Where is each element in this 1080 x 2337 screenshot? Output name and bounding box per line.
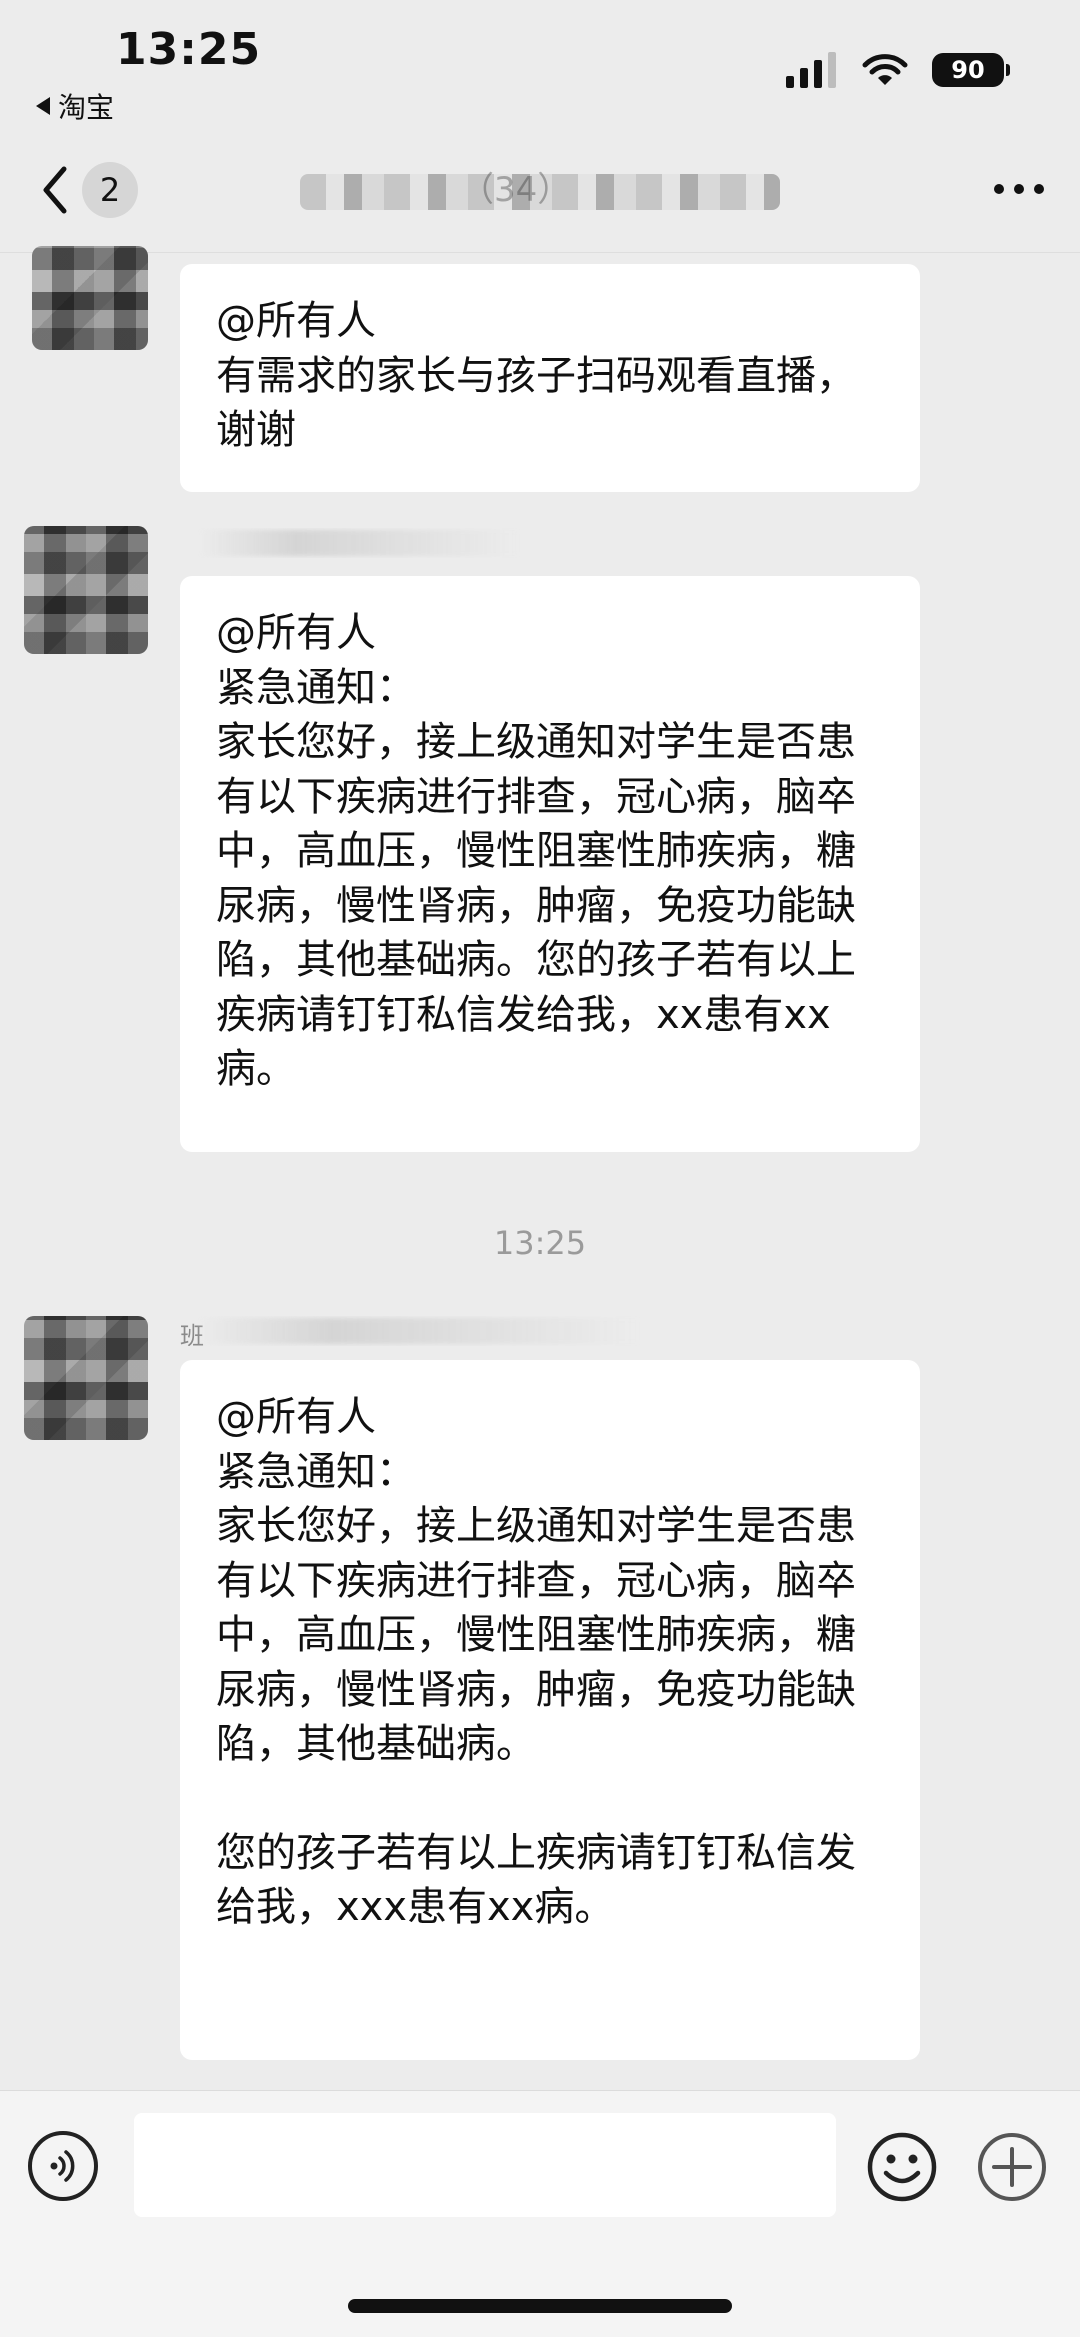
more-options-button[interactable]: [984, 184, 1044, 194]
message-line: 您的孩子若有以上疾病请钉钉私信发给我，xxx患有xx病。: [216, 1829, 856, 1931]
plus-icon: [978, 2133, 1046, 2201]
message-line: @所有人: [216, 1394, 376, 1440]
avatar[interactable]: [32, 246, 148, 350]
battery-icon: 90: [932, 53, 1010, 87]
back-to-app-link[interactable]: 淘宝: [36, 86, 114, 126]
emoji-button[interactable]: [866, 2131, 938, 2203]
voice-button[interactable]: [28, 2131, 98, 2201]
message-bubble[interactable]: @所有人 紧急通知： 家长您好，接上级通知对学生是否患有以下疾病进行排查，冠心病…: [180, 1360, 920, 2060]
back-button[interactable]: 2: [40, 160, 160, 220]
message-line: 家长您好，接上级通知对学生是否患有以下疾病进行排查，冠心病，脑卒中，高血压，慢性…: [216, 719, 856, 1092]
message-bubble[interactable]: @所有人 有需求的家长与孩子扫码观看直播，谢谢: [180, 264, 920, 492]
signal-icon: [786, 52, 836, 88]
voice-icon: [50, 2150, 75, 2182]
status-bar: 13:25 淘宝 90: [0, 0, 1080, 128]
time-divider: 13:25: [493, 1224, 587, 1262]
back-triangle-icon: [36, 97, 50, 115]
back-app-label: 淘宝: [58, 91, 115, 124]
sender-name: 班: [180, 1316, 640, 1346]
unread-count-badge: 2: [82, 162, 138, 218]
home-indicator[interactable]: [348, 2299, 732, 2313]
status-time: 13:25: [116, 24, 262, 75]
plus-button[interactable]: [976, 2131, 1048, 2203]
message-line: 家长您好，接上级通知对学生是否患有以下疾病进行排查，冠心病，脑卒中，高血压，慢性…: [216, 1503, 856, 1767]
sender-name: [180, 528, 520, 558]
status-icons: 90: [786, 52, 1010, 88]
message-line: @所有人: [216, 610, 376, 656]
battery-level: 90: [932, 53, 1004, 87]
message-line: 有需求的家长与孩子扫码观看直播，谢谢: [216, 352, 856, 454]
chevron-left-icon: [43, 166, 67, 214]
chat-title-text: （34）: [460, 170, 572, 210]
wifi-icon: [862, 54, 908, 85]
message-bubble[interactable]: @所有人 紧急通知： 家长您好，接上级通知对学生是否患有以下疾病进行排查，冠心病…: [180, 576, 920, 1152]
chat-input-bar: [0, 2090, 1080, 2337]
avatar[interactable]: [24, 526, 148, 654]
chat-title[interactable]: （34）: [300, 168, 780, 212]
message-line: @所有人: [216, 298, 376, 344]
chat-nav-bar: 2 （34）: [0, 128, 1080, 253]
more-dots-icon: [994, 184, 1004, 194]
message-line: 紧急通知：: [216, 664, 416, 711]
message-input[interactable]: [134, 2113, 836, 2217]
message-line: 紧急通知：: [216, 1448, 416, 1495]
avatar[interactable]: [24, 1316, 148, 1440]
emoji-icon: [867, 2132, 937, 2202]
